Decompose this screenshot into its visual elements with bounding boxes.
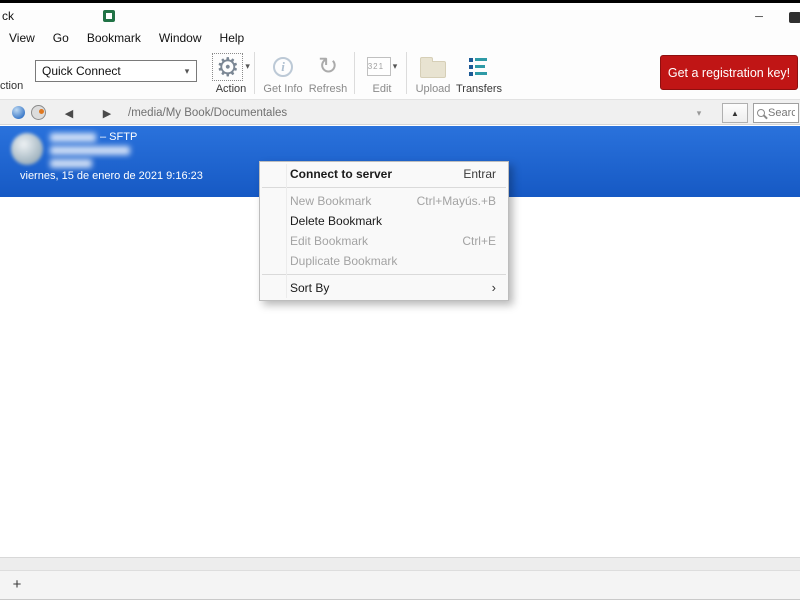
context-item-duplicate-bookmark: Duplicate Bookmark bbox=[290, 254, 398, 268]
transfers-label: Transfers bbox=[455, 83, 503, 95]
back-arrow-icon: ◀ bbox=[64, 107, 74, 120]
toolbar-separator bbox=[254, 52, 255, 94]
bottom-toolbar: + bbox=[0, 571, 800, 600]
get-info-label: Get Info bbox=[263, 83, 303, 95]
toolbar: ction Quick Connect ▾ ⚙ ▾ Action i Get I… bbox=[0, 49, 800, 99]
bookmark-view-icon[interactable] bbox=[12, 106, 25, 119]
bonjour-icon[interactable] bbox=[31, 105, 46, 120]
minimize-button[interactable]: ─ bbox=[742, 6, 776, 28]
add-bookmark-button[interactable]: + bbox=[8, 575, 26, 593]
chevron-down-icon[interactable]: ▾ bbox=[690, 108, 708, 119]
maximize-icon bbox=[789, 11, 800, 23]
search-field[interactable] bbox=[753, 103, 799, 123]
context-menu-separator bbox=[262, 274, 506, 275]
submenu-arrow-icon: › bbox=[491, 280, 496, 295]
path-field[interactable]: /media/My Book/Documentales ▾ bbox=[128, 103, 708, 123]
context-item-new-bookmark: New Bookmark Ctrl+Mayús.+B bbox=[290, 194, 496, 208]
refresh-icon: ↻ bbox=[317, 53, 339, 80]
redacted-hostname bbox=[50, 146, 130, 155]
folder-upload-icon bbox=[420, 56, 446, 78]
shortcut-new-bookmark: Ctrl+Mayús.+B bbox=[416, 194, 496, 208]
forward-button[interactable]: ▶ bbox=[96, 104, 118, 122]
context-item-edit-bookmark: Edit Bookmark Ctrl+E bbox=[290, 234, 496, 248]
title-bar: ck ─ bbox=[0, 3, 800, 27]
menu-bar: View Go Bookmark Window Help bbox=[0, 27, 800, 49]
menu-window[interactable]: Window bbox=[150, 28, 211, 48]
refresh-button: ↻ Refresh bbox=[305, 51, 351, 95]
gear-icon: ⚙ bbox=[216, 51, 240, 82]
plus-icon: + bbox=[12, 575, 22, 593]
context-item-sort-by[interactable]: Sort By › bbox=[260, 278, 508, 298]
search-icon bbox=[757, 109, 765, 117]
back-button[interactable]: ◀ bbox=[58, 104, 80, 122]
search-input[interactable] bbox=[768, 107, 795, 119]
refresh-label: Refresh bbox=[308, 83, 348, 95]
menu-view[interactable]: View bbox=[0, 28, 44, 48]
context-item-delete-bookmark[interactable]: Delete Bookmark bbox=[260, 211, 508, 231]
navigation-bar: ◀ ▶ /media/My Book/Documentales ▾ ▲ bbox=[0, 99, 800, 125]
clapperboard-icon: 321 bbox=[366, 57, 391, 76]
minimize-icon: ─ bbox=[755, 11, 763, 23]
context-menu: Connect to server Entrar New Bookmark Ct… bbox=[259, 161, 509, 301]
redacted-nickname bbox=[50, 133, 96, 142]
menu-go[interactable]: Go bbox=[44, 28, 78, 48]
green-document-icon bbox=[103, 10, 115, 22]
bookmark-timestamp: viernes, 15 de enero de 2021 9:16:23 bbox=[20, 170, 203, 182]
get-info-button: i Get Info bbox=[260, 51, 306, 95]
redacted-username bbox=[50, 159, 92, 168]
upload-label: Upload bbox=[415, 83, 451, 95]
shortcut-edit-bookmark: Ctrl+E bbox=[462, 234, 496, 248]
quick-connect-value: Quick Connect bbox=[42, 64, 121, 78]
menu-bookmark[interactable]: Bookmark bbox=[78, 28, 150, 48]
bookmark-avatar-redacted bbox=[11, 133, 43, 165]
bookmark-protocol: – SFTP bbox=[100, 131, 138, 143]
context-menu-separator bbox=[262, 187, 506, 188]
transfers-list-icon bbox=[469, 57, 489, 76]
action-button[interactable]: ⚙ ▾ Action bbox=[203, 51, 259, 95]
toolbar-separator bbox=[354, 52, 355, 94]
edit-label: Edit bbox=[372, 83, 392, 95]
shortcut-entrar: Entrar bbox=[463, 167, 496, 181]
open-connection-button-clipped[interactable]: ction bbox=[0, 80, 23, 92]
menu-help[interactable]: Help bbox=[211, 28, 254, 48]
chevron-down-icon: ▾ bbox=[245, 61, 250, 71]
registration-key-button[interactable]: Get a registration key! bbox=[660, 55, 798, 90]
info-icon: i bbox=[273, 56, 293, 77]
context-item-connect-to-server[interactable]: Connect to server Entrar bbox=[260, 164, 508, 184]
transfers-button[interactable]: Transfers bbox=[452, 51, 506, 95]
up-directory-button[interactable]: ▲ bbox=[722, 103, 748, 123]
chevron-down-icon: ▾ bbox=[392, 61, 398, 71]
maximize-button[interactable] bbox=[778, 6, 800, 28]
upload-button: Upload bbox=[410, 51, 456, 95]
registration-key-label: Get a registration key! bbox=[667, 65, 791, 80]
quick-connect-combobox[interactable]: Quick Connect ▾ bbox=[35, 60, 197, 82]
status-bar bbox=[0, 557, 800, 571]
window-title: ck bbox=[2, 9, 14, 23]
chevron-down-icon: ▾ bbox=[184, 65, 190, 76]
action-label: Action bbox=[215, 83, 247, 95]
forward-arrow-icon: ▶ bbox=[102, 107, 112, 120]
up-arrow-icon: ▲ bbox=[731, 108, 739, 118]
current-path: /media/My Book/Documentales bbox=[128, 107, 288, 119]
edit-button: 321 ▾ Edit bbox=[360, 51, 404, 95]
toolbar-separator bbox=[406, 52, 407, 94]
